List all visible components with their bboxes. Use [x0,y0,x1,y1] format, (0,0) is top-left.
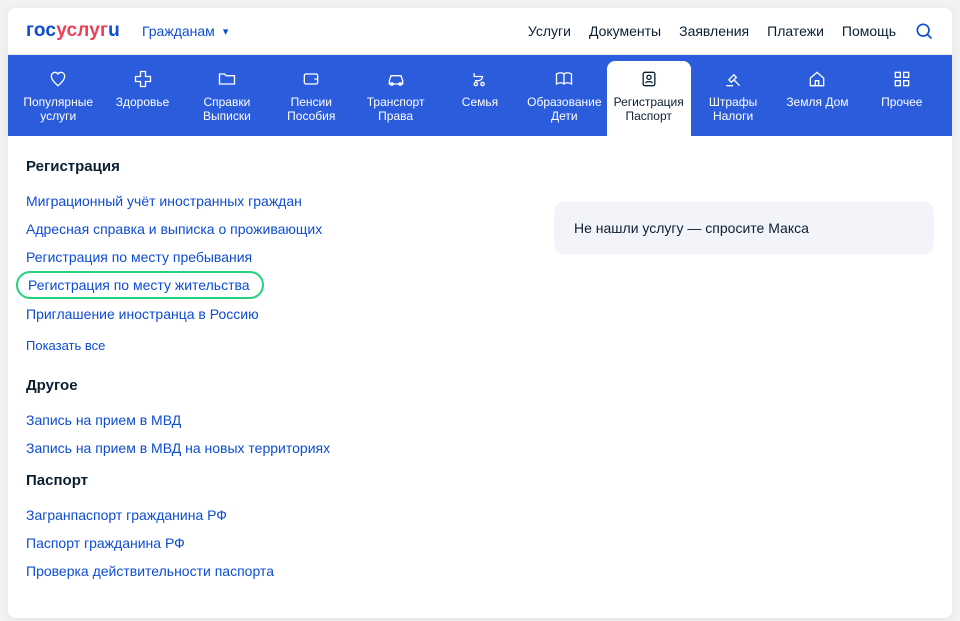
category-family[interactable]: Семья [438,61,522,136]
heart-icon [47,69,69,89]
logo[interactable]: гос услуг u [26,20,120,42]
search-button[interactable] [914,21,934,41]
category-label-2: услуги [40,109,76,123]
link-migration[interactable]: Миграционный учёт иностранных граждан [26,187,302,215]
list-item: Загранпаспорт гражданина РФ [26,501,530,529]
category-label-2: Права [378,109,413,123]
category-transport[interactable]: Транспорт Права [353,61,437,136]
category-label-2: Дети [551,109,578,123]
category-label-2: Пособия [287,109,335,123]
other-links: Запись на прием в МВД Запись на прием в … [26,406,530,462]
link-mvd-appointment-new[interactable]: Запись на прием в МВД на новых территори… [26,434,330,462]
grid-icon [891,69,913,89]
nav-help[interactable]: Помощь [842,23,896,39]
stroller-icon [469,69,491,89]
category-health[interactable]: Здоровье [100,61,184,136]
category-label: Образование [527,95,601,109]
category-label: Земля Дом [786,95,848,109]
list-item: Адресная справка и выписка о проживающих [26,215,530,243]
search-icon [914,21,934,41]
ask-max-text: Не нашли услугу — спросите Макса [574,220,809,236]
registration-links: Миграционный учёт иностранных граждан Ад… [26,187,530,328]
category-popular[interactable]: Популярные услуги [16,61,100,136]
nav-payments[interactable]: Платежи [767,23,824,39]
nav-documents[interactable]: Документы [589,23,661,39]
logo-part-3: u [108,20,120,42]
category-references[interactable]: Справки Выписки [185,61,269,136]
list-item: Запись на прием в МВД на новых территори… [26,434,530,462]
category-education[interactable]: Образование Дети [522,61,606,136]
ask-max-card[interactable]: Не нашли услугу — спросите Макса [554,202,934,254]
book-icon [553,69,575,89]
category-label: Регистрация [614,95,684,109]
chevron-down-icon: ▾ [223,25,229,38]
top-nav: Услуги Документы Заявления Платежи Помощ… [528,21,934,41]
passport-links: Загранпаспорт гражданина РФ Паспорт граж… [26,501,530,586]
category-pension[interactable]: Пенсии Пособия [269,61,353,136]
audience-label: Гражданам [142,23,215,39]
category-label-2 [141,109,144,123]
category-label-2 [816,109,819,123]
id-card-icon [638,69,660,89]
show-all-link[interactable]: Показать все [26,338,105,353]
content-area: Регистрация Миграционный учёт иностранны… [8,136,952,618]
category-label: Популярные [23,95,93,109]
logo-part-2: услуг [56,20,108,42]
list-item: Регистрация по месту жительства [26,271,530,299]
gavel-icon [722,69,744,89]
logo-part-1: гос [26,20,56,42]
category-fines[interactable]: Штрафы Налоги [691,61,775,136]
plus-medical-icon [132,69,154,89]
category-label-2: Паспорт [626,109,672,123]
header: гос услуг u Гражданам ▾ Услуги Документы… [8,8,952,55]
category-label: Семья [462,95,498,109]
category-label-2: Выписки [203,109,251,123]
section-title-registration: Регистрация [26,158,530,175]
category-label: Прочее [881,95,922,109]
list-item: Запись на прием в МВД [26,406,530,434]
folder-icon [216,69,238,89]
audience-selector[interactable]: Гражданам ▾ [142,23,228,39]
nav-applications[interactable]: Заявления [679,23,749,39]
home-icon [806,69,828,89]
list-item: Регистрация по месту пребывания [26,243,530,271]
link-invite-foreigner[interactable]: Приглашение иностранца в Россию [26,300,259,328]
link-reg-residence[interactable]: Регистрация по месту жительства [28,271,250,299]
category-land[interactable]: Земля Дом [775,61,859,136]
category-label: Пенсии [291,95,332,109]
link-passport-validity[interactable]: Проверка действительности паспорта [26,557,274,585]
link-address-reference[interactable]: Адресная справка и выписка о проживающих [26,215,322,243]
category-strip: Популярные услуги Здоровье Справки Выпис… [8,55,952,136]
service-list: Регистрация Миграционный учёт иностранны… [26,154,530,594]
section-title-other: Другое [26,377,530,394]
category-label-2 [478,109,481,123]
list-item: Приглашение иностранца в Россию [26,300,530,328]
link-passport-rf[interactable]: Паспорт гражданина РФ [26,529,185,557]
category-label: Справки [203,95,250,109]
highlight-callout: Регистрация по месту жительства [16,271,264,299]
car-icon [385,69,407,89]
link-reg-stay[interactable]: Регистрация по месту пребывания [26,243,252,271]
list-item: Паспорт гражданина РФ [26,529,530,557]
category-label: Здоровье [116,95,170,109]
category-label: Транспорт [367,95,425,109]
category-label-2 [900,109,903,123]
category-label: Штрафы [709,95,757,109]
list-item: Миграционный учёт иностранных граждан [26,187,530,215]
category-label-2: Налоги [713,109,753,123]
category-registration[interactable]: Регистрация Паспорт [607,61,691,136]
category-other[interactable]: Прочее [860,61,944,136]
link-mvd-appointment[interactable]: Запись на прием в МВД [26,406,181,434]
list-item: Проверка действительности паспорта [26,557,530,585]
sidebar-right: Не нашли услугу — спросите Макса [554,154,934,594]
nav-services[interactable]: Услуги [528,23,571,39]
wallet-icon [300,69,322,89]
section-title-passport: Паспорт [26,472,530,489]
link-foreign-passport[interactable]: Загранпаспорт гражданина РФ [26,501,227,529]
page-card: гос услуг u Гражданам ▾ Услуги Документы… [8,8,952,618]
